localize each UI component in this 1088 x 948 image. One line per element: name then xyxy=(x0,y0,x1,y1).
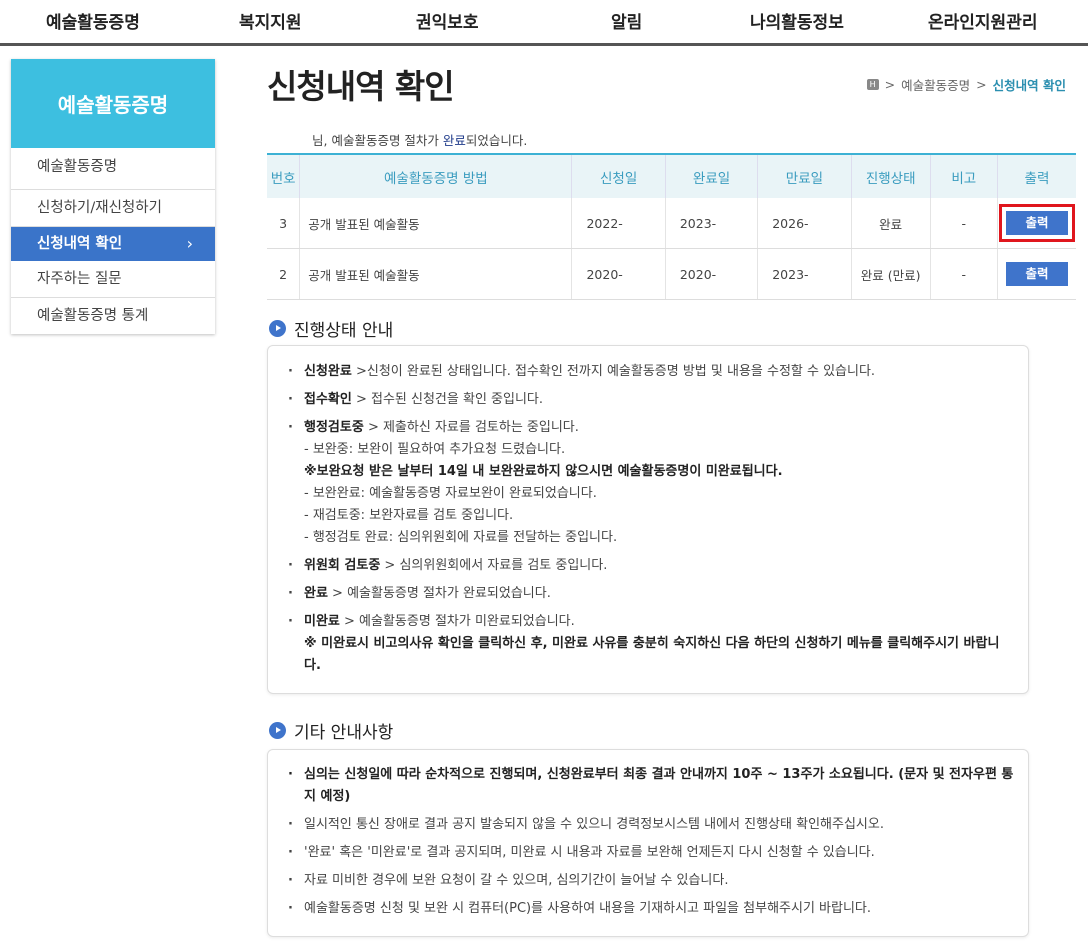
list-item: 일시적인 통신 장애로 결과 공지 발송되지 않을 수 있으니 경력정보시스템 … xyxy=(268,814,1014,836)
cell-expires: 2023- xyxy=(757,248,852,300)
list-item: 신청완료 >신청이 완료된 상태입니다. 접수확인 전까지 예술활동증명 방법 … xyxy=(268,361,1028,383)
breadcrumb-current: 신청내역 확인 xyxy=(992,78,1066,93)
print-button[interactable]: 출력 xyxy=(1005,262,1068,286)
list-item: 자료 미비한 경우에 보완 요청이 갈 수 있으며, 심의기간이 늘어날 수 있… xyxy=(268,870,1014,892)
table-header-row: 번호 예술활동증명 방법 신청일 완료일 만료일 진행상태 비고 출력 xyxy=(267,153,1076,198)
section-title: 진행상태 안내 xyxy=(294,321,394,341)
col-header-expires: 만료일 xyxy=(757,153,852,198)
cell-applied: 2020- xyxy=(571,248,666,300)
status-guide-heading: 진행상태 안내 xyxy=(269,316,393,341)
cell-note: - xyxy=(929,248,998,300)
highlight-box: 출력 xyxy=(998,204,1075,242)
application-history-table: 번호 예술활동증명 방법 신청일 완료일 만료일 진행상태 비고 출력 3 공개… xyxy=(267,153,1076,300)
breadcrumb-separator: > xyxy=(884,77,896,92)
breadcrumb-separator: > xyxy=(976,77,987,92)
list-item: 심의는 신청일에 따라 순차적으로 진행되며, 신청완료부터 최종 결과 안내까… xyxy=(268,764,1014,808)
table-row: 2 공개 발표된 예술활동 2020- 2020- 2023- 완료 (만료) … xyxy=(267,248,1076,300)
cell-note: - xyxy=(929,198,998,249)
status-notice: 님, 예술활동증명 절차가 완료되었습니다. xyxy=(312,133,528,148)
table-row: 3 공개 발표된 예술활동 2022- 2023- 2026- 완료 - 출력 xyxy=(267,198,1076,249)
col-header-note: 비고 xyxy=(929,153,998,198)
col-header-print: 출력 xyxy=(996,153,1076,198)
cell-print: 출력 xyxy=(996,248,1076,300)
other-guide-box: 심의는 신청일에 따라 순차적으로 진행되며, 신청완료부터 최종 결과 안내까… xyxy=(267,749,1029,937)
circle-arrow-icon xyxy=(269,722,286,739)
top-navigation: 예술활동증명 복지지원 권익보호 알림 나의활동정보 온라인지원관리 xyxy=(0,0,1088,46)
sidebar-item-faq[interactable]: 자주하는 질문 xyxy=(11,261,215,298)
list-item: 예술활동증명 신청 및 보완 시 컴퓨터(PC)를 사용하여 내용을 기재하시고… xyxy=(268,898,1014,920)
cell-applied: 2022- xyxy=(571,198,666,249)
topnav-item-notice[interactable]: 알림 xyxy=(611,8,642,33)
sidebar-item-label: 자주하는 질문 xyxy=(37,271,122,287)
cell-status: 완료 xyxy=(850,198,931,249)
cell-status: 완료 (만료) xyxy=(850,248,931,300)
list-item: '완료' 혹은 '미완료'로 결과 공지되며, 미완료 시 내용과 자료를 보완… xyxy=(268,842,1014,864)
list-item: 행정검토중 > 제출하신 자료를 검토하는 중입니다. - 보완중: 보완이 필… xyxy=(268,417,1028,549)
sidebar-item-apply[interactable]: 신청하기/재신청하기 xyxy=(11,190,215,227)
cell-expires: 2026- xyxy=(757,198,852,249)
cell-completed: 2023- xyxy=(664,198,758,249)
sidebar-item-statistics[interactable]: 예술활동증명 통계 xyxy=(11,298,215,334)
print-button[interactable]: 출력 xyxy=(1005,211,1068,235)
page-title: 신청내역 확인 xyxy=(267,67,455,106)
status-highlight: 완료 xyxy=(442,133,466,148)
list-item: 접수확인 > 접수된 신청건을 확인 중입니다. xyxy=(268,389,1028,411)
list-item: 위원회 검토중 > 심의위원회에서 자료를 검토 중입니다. xyxy=(268,555,1028,577)
other-guide-heading: 기타 안내사항 xyxy=(269,718,393,743)
sidebar-item-art-certification[interactable]: 예술활동증명 xyxy=(11,148,215,190)
circle-arrow-icon xyxy=(269,320,286,337)
topnav-item-my-activity[interactable]: 나의활동정보 xyxy=(750,8,844,33)
section-title: 기타 안내사항 xyxy=(294,723,394,743)
sidebar-item-label: 신청내역 확인 xyxy=(37,236,123,252)
sidebar-title: 예술활동증명 xyxy=(11,59,215,148)
cell-number: 3 xyxy=(267,198,300,249)
col-header-status: 진행상태 xyxy=(850,153,931,198)
chevron-right-icon: › xyxy=(186,234,193,253)
home-icon[interactable]: H xyxy=(866,79,879,90)
cell-method: 공개 발표된 예술활동 xyxy=(299,198,572,249)
col-header-number: 번호 xyxy=(267,153,300,198)
breadcrumb: H > 예술활동증명 > 신청내역 확인 xyxy=(866,75,1066,94)
topnav-item-welfare[interactable]: 복지지원 xyxy=(239,8,302,33)
cell-method: 공개 발표된 예술활동 xyxy=(299,248,572,300)
col-header-method: 예술활동증명 방법 xyxy=(299,153,572,198)
cell-completed: 2020- xyxy=(664,248,758,300)
list-item: 미완료 > 예술활동증명 절차가 미완료되었습니다. ※ 미완료시 비고의사유 … xyxy=(268,611,1028,677)
sidebar: 예술활동증명 예술활동증명 신청하기/재신청하기 신청내역 확인 › 자주하는 질… xyxy=(11,59,215,334)
topnav-item-art-certification[interactable]: 예술활동증명 xyxy=(46,8,140,33)
cell-print: 출력 xyxy=(996,198,1076,249)
sidebar-item-history[interactable]: 신청내역 확인 › xyxy=(11,227,215,261)
list-item: 완료 > 예술활동증명 절차가 완료되었습니다. xyxy=(268,583,1028,605)
breadcrumb-parent[interactable]: 예술활동증명 xyxy=(901,75,970,94)
topnav-item-rights[interactable]: 권익보호 xyxy=(416,8,479,33)
col-header-completed: 완료일 xyxy=(664,153,758,198)
col-header-applied: 신청일 xyxy=(571,153,666,198)
sidebar-item-label: 예술활동증명 통계 xyxy=(37,308,149,324)
cell-number: 2 xyxy=(267,248,300,300)
sidebar-item-label: 신청하기/재신청하기 xyxy=(37,200,162,216)
sidebar-item-label: 예술활동증명 xyxy=(37,159,118,175)
topnav-item-online-support[interactable]: 온라인지원관리 xyxy=(928,8,1037,33)
status-guide-box: 신청완료 >신청이 완료된 상태입니다. 접수확인 전까지 예술활동증명 방법 … xyxy=(267,345,1029,694)
